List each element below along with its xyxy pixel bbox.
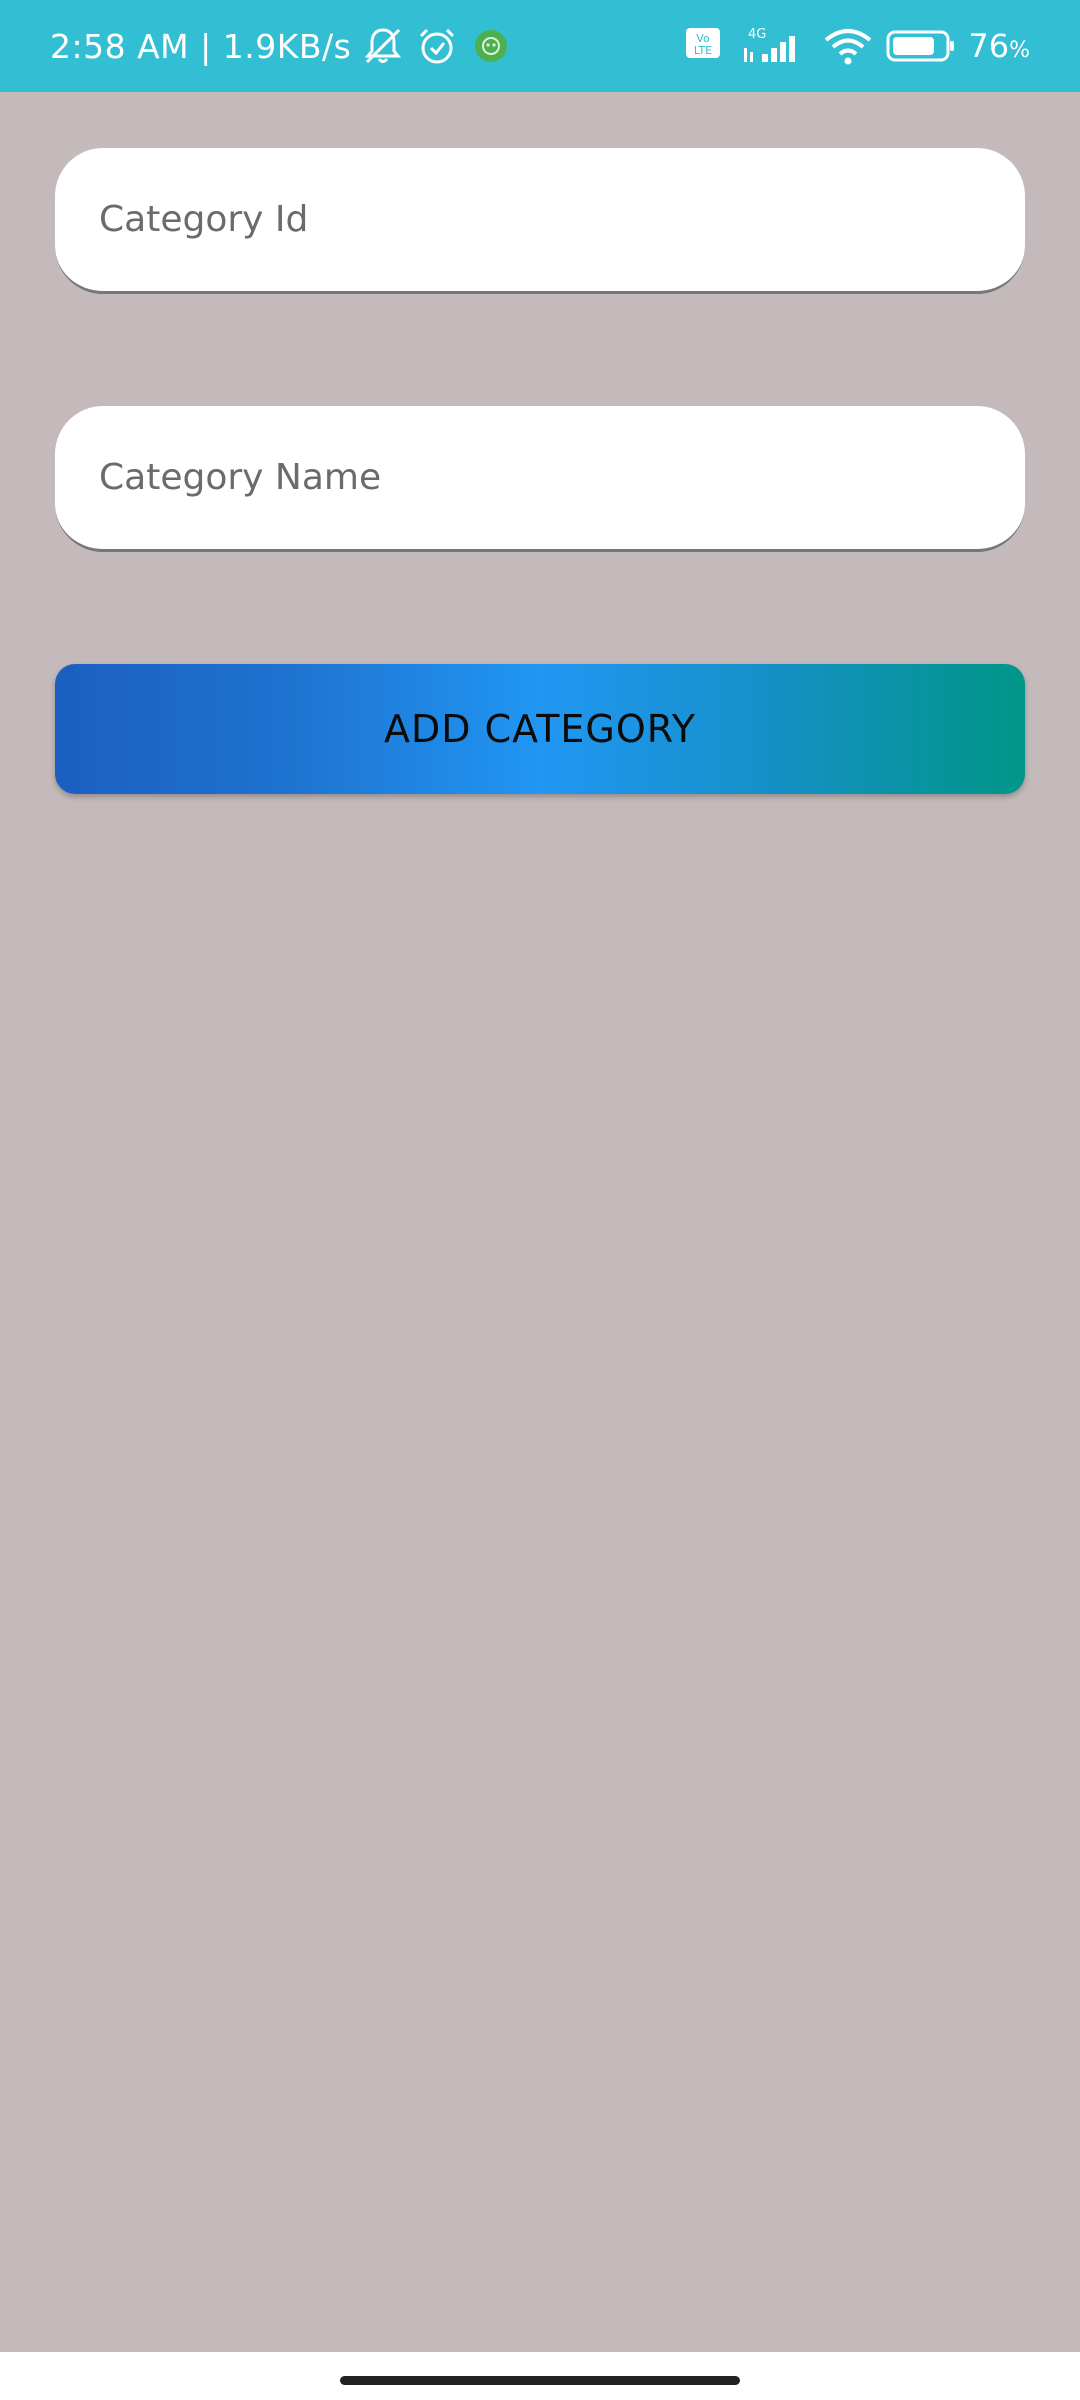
signal-icon: 4G bbox=[740, 24, 810, 68]
battery-icon bbox=[886, 24, 956, 68]
alarm-icon bbox=[415, 24, 459, 68]
volte-icon: Vo LTE bbox=[684, 24, 728, 68]
category-id-field[interactable] bbox=[55, 148, 1025, 294]
wifi-icon bbox=[822, 24, 874, 68]
category-id-input[interactable] bbox=[99, 148, 979, 291]
category-name-input[interactable] bbox=[99, 406, 979, 549]
home-indicator[interactable] bbox=[340, 2376, 740, 2385]
category-name-field[interactable] bbox=[55, 406, 1025, 552]
app-notification-icon bbox=[469, 24, 513, 68]
navigation-bar bbox=[0, 2352, 1080, 2400]
mute-bell-icon bbox=[361, 24, 405, 68]
status-left: 2:58 AM | 1.9KB/s bbox=[50, 0, 513, 92]
status-bar: 2:58 AM | 1.9KB/s Vo LTE 4G 76% bbox=[0, 0, 1080, 92]
battery-percentage: 76% bbox=[968, 27, 1030, 65]
svg-text:LTE: LTE bbox=[694, 44, 712, 57]
status-right: Vo LTE 4G 76% bbox=[684, 0, 1030, 92]
add-category-button[interactable]: ADD CATEGORY bbox=[55, 664, 1025, 794]
status-time: 2:58 AM | 1.9KB/s bbox=[50, 26, 352, 66]
svg-text:4G: 4G bbox=[748, 27, 766, 42]
